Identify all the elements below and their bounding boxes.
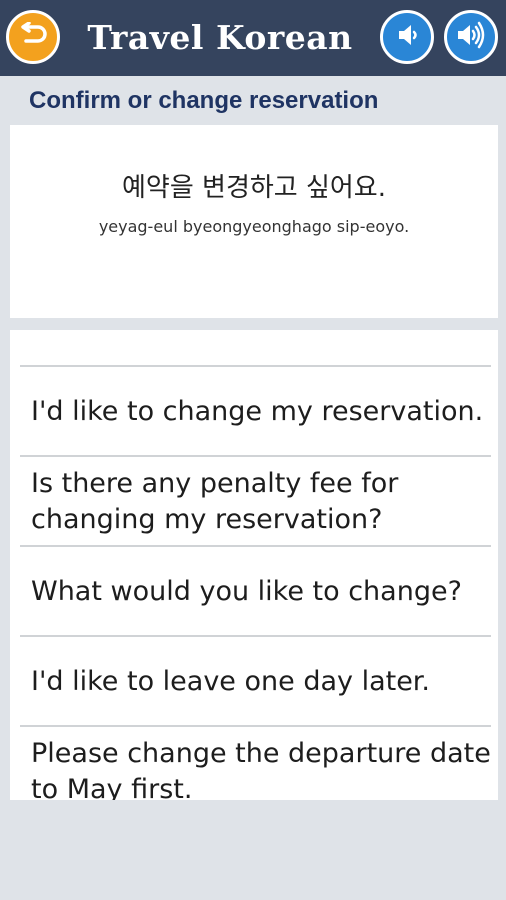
- list-item[interactable]: What would you like to change?: [10, 547, 498, 637]
- play-audio-button[interactable]: [444, 10, 498, 64]
- list-item[interactable]: Please change the departure date to May …: [10, 727, 498, 800]
- back-arrow-icon: [18, 21, 48, 52]
- section-title: Confirm or change reservation: [29, 87, 379, 114]
- app-title: Travel Korean: [87, 18, 353, 57]
- list-item-text: What would you like to change?: [31, 576, 462, 607]
- list-item[interactable]: Is there any penalty fee for changing my…: [10, 457, 498, 547]
- phrase-list-scroll[interactable]: 30th at 10a.m. I'd like to change my res…: [10, 330, 498, 800]
- speaker-slow-icon: [392, 21, 422, 53]
- speaker-icon: [454, 20, 488, 54]
- list-item[interactable]: I'd like to change my reservation.: [10, 367, 498, 457]
- list-item-text: Please change the departure date to May …: [31, 738, 491, 800]
- list-item-text: 30th at 10a.m.: [10, 330, 238, 339]
- list-item-text: Is there any penalty fee for changing my…: [31, 468, 399, 535]
- list-item-text: I'd like to leave one day later.: [31, 666, 431, 697]
- app-header: Travel Korean: [0, 0, 506, 76]
- phrase-list[interactable]: 30th at 10a.m. I'd like to change my res…: [10, 330, 498, 800]
- romanization: yeyag-eul byeongyeonghago sip-eoyo.: [98, 217, 410, 236]
- list-item-text: I'd like to change my reservation.: [31, 396, 484, 427]
- list-item[interactable]: 30th at 10a.m.: [10, 330, 498, 367]
- phrase-card[interactable]: 예약을 변경하고 싶어요. yeyag-eul byeongyeonghago …: [10, 125, 498, 318]
- play-slow-audio-button[interactable]: [380, 10, 434, 64]
- back-button[interactable]: [6, 10, 60, 64]
- list-item[interactable]: I'd like to leave one day later.: [10, 637, 498, 727]
- korean-phrase: 예약을 변경하고 싶어요.: [122, 173, 386, 203]
